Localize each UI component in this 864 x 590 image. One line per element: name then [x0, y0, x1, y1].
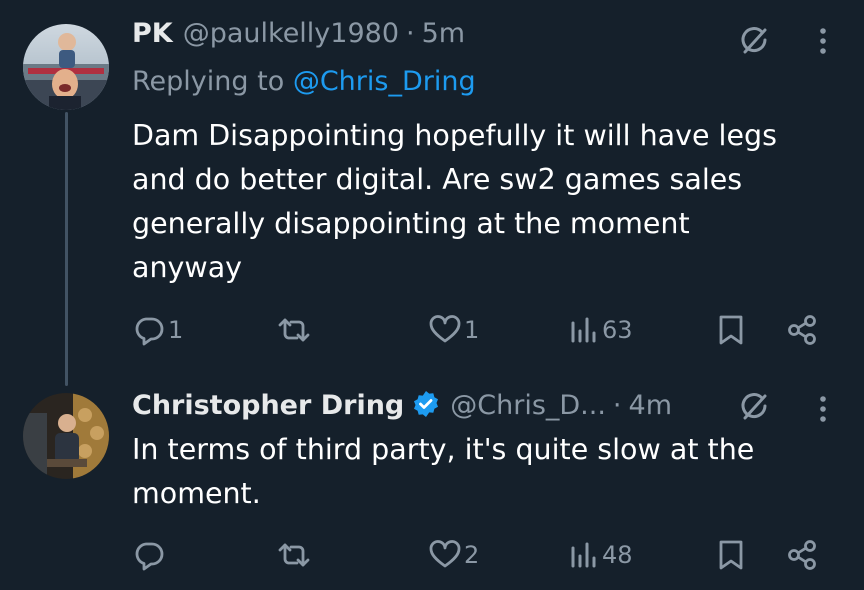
- bookmark-icon: [717, 313, 745, 347]
- author-name[interactable]: Christopher Dring: [132, 390, 404, 421]
- views-icon: [570, 313, 600, 347]
- retweet-button[interactable]: [276, 535, 314, 575]
- reply-button[interactable]: [132, 535, 168, 575]
- tweet-text-line: In terms of third party, it's quite slow…: [132, 433, 755, 466]
- tweet-text: Dam Disappointing hopefully it will have…: [132, 114, 832, 290]
- view-count: 48: [602, 541, 633, 569]
- share-button[interactable]: [785, 310, 819, 350]
- like-button[interactable]: 2: [428, 535, 479, 575]
- replying-to-mention[interactable]: @Chris_Dring: [293, 66, 476, 97]
- share-button[interactable]: [785, 535, 819, 575]
- view-count: 63: [602, 316, 633, 344]
- bookmark-button[interactable]: [717, 310, 745, 350]
- like-button[interactable]: 1: [428, 310, 479, 350]
- avatar[interactable]: [23, 24, 109, 110]
- reply-icon: [132, 538, 166, 572]
- views-button[interactable]: 63: [570, 310, 633, 350]
- tweet-text-line: and do better digital. Are sw2 games sal…: [132, 163, 743, 196]
- tweet-text-line: Dam Disappointing hopefully it will have…: [132, 119, 777, 152]
- grok-icon[interactable]: [737, 390, 771, 424]
- reply-button[interactable]: 1: [132, 310, 183, 350]
- timeline: PK @paulkelly1980 · 5m Replying to @Chri…: [0, 0, 864, 590]
- replying-to-label: Replying to: [132, 66, 285, 97]
- author-handle[interactable]: @paulkelly1980: [183, 18, 399, 49]
- tweet[interactable]: Christopher Dring @Chris_D... · 4m In te…: [0, 370, 864, 590]
- tweet-actions: 1 1 63: [0, 310, 864, 350]
- replying-to: Replying to @Chris_Dring: [132, 66, 476, 97]
- author-handle[interactable]: @Chris_D...: [450, 390, 606, 421]
- views-button[interactable]: 48: [570, 535, 633, 575]
- views-icon: [570, 538, 600, 572]
- tweet-header: PK @paulkelly1980 · 5m: [132, 18, 465, 58]
- share-icon: [785, 538, 819, 572]
- grok-icon[interactable]: [737, 24, 771, 58]
- timestamp[interactable]: 4m: [629, 390, 672, 421]
- share-icon: [785, 313, 819, 347]
- retweet-icon: [276, 538, 312, 572]
- heart-icon: [428, 313, 462, 347]
- separator-dot: ·: [612, 390, 622, 421]
- tweet-header: Christopher Dring @Chris_D... · 4m: [132, 386, 672, 426]
- avatar[interactable]: [23, 393, 109, 479]
- separator-dot: ·: [406, 18, 415, 49]
- tweet-text: In terms of third party, it's quite slow…: [132, 428, 832, 516]
- retweet-button[interactable]: [276, 310, 314, 350]
- verified-badge-icon: [412, 390, 440, 418]
- retweet-icon: [276, 313, 312, 347]
- tweet-text-line: generally disappointing at the moment: [132, 207, 690, 240]
- more-vertical-icon[interactable]: [818, 392, 828, 426]
- bookmark-icon: [717, 538, 745, 572]
- heart-icon: [428, 538, 462, 572]
- timestamp[interactable]: 5m: [422, 18, 465, 49]
- tweet-text-line: anyway: [132, 251, 243, 284]
- like-count: 1: [464, 316, 480, 344]
- bookmark-button[interactable]: [717, 535, 745, 575]
- more-vertical-icon[interactable]: [818, 24, 828, 58]
- tweet-text-line: moment.: [132, 477, 261, 510]
- reply-count: 1: [168, 316, 184, 344]
- tweet[interactable]: PK @paulkelly1980 · 5m Replying to @Chri…: [0, 0, 864, 370]
- like-count: 2: [464, 541, 480, 569]
- author-name[interactable]: PK: [132, 18, 173, 49]
- reply-icon: [132, 313, 166, 347]
- tweet-actions: 2 48: [0, 535, 864, 575]
